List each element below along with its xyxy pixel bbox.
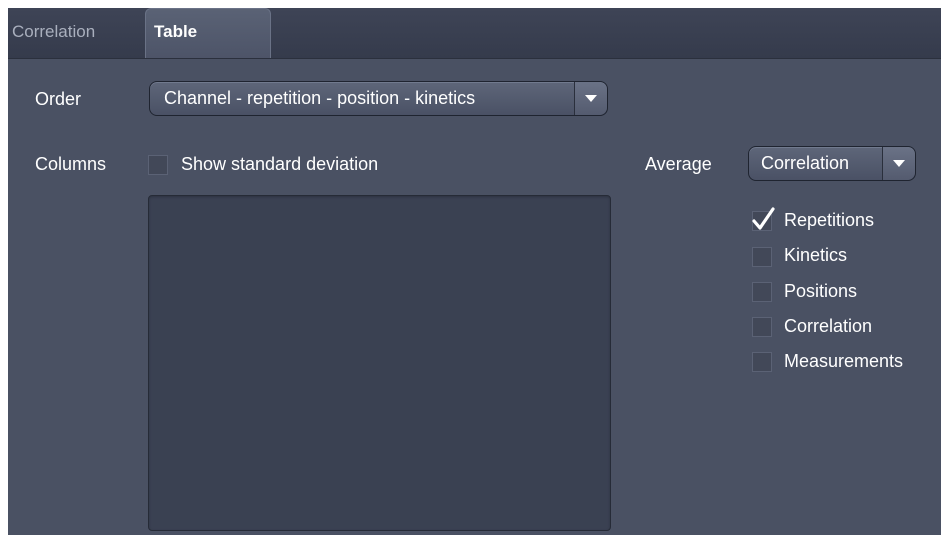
order-dropdown-value: Channel - repetition - position - kineti…: [164, 88, 476, 108]
show-std-dev-label: Show standard deviation: [181, 154, 379, 174]
order-label: Order: [35, 89, 82, 109]
checkmark-icon: [752, 207, 775, 230]
show-std-dev-checkbox[interactable]: [148, 155, 168, 175]
average-label: Average: [645, 154, 712, 174]
measurements-label: Measurements: [784, 351, 904, 371]
positions-checkbox[interactable]: [752, 282, 772, 302]
chevron-down-icon: [893, 160, 905, 167]
columns-label: Columns: [35, 154, 107, 174]
order-dropdown[interactable]: Channel - repetition - position - kineti…: [149, 81, 608, 116]
chevron-down-icon: [585, 95, 597, 102]
columns-listbox[interactable]: [148, 195, 611, 531]
positions-label: Positions: [784, 281, 858, 301]
tab-bar: Correlation Table: [8, 8, 941, 59]
tab-table[interactable]: Table: [145, 8, 271, 58]
repetitions-label: Repetitions: [784, 210, 875, 230]
kinetics-checkbox[interactable]: [752, 247, 772, 267]
correlation-checkbox[interactable]: [752, 317, 772, 337]
table-panel: Correlation Table Order Channel - repeti…: [8, 8, 941, 535]
average-dropdown[interactable]: Correlation: [748, 146, 916, 181]
tab-correlation[interactable]: Correlation: [8, 8, 143, 58]
order-dropdown-arrow[interactable]: [574, 82, 607, 115]
average-dropdown-value: Correlation: [761, 153, 850, 173]
correlation-label: Correlation: [784, 316, 873, 336]
kinetics-label: Kinetics: [784, 245, 848, 265]
repetitions-checkbox[interactable]: [752, 207, 775, 231]
average-dropdown-arrow[interactable]: [882, 147, 915, 180]
measurements-checkbox[interactable]: [752, 352, 772, 372]
